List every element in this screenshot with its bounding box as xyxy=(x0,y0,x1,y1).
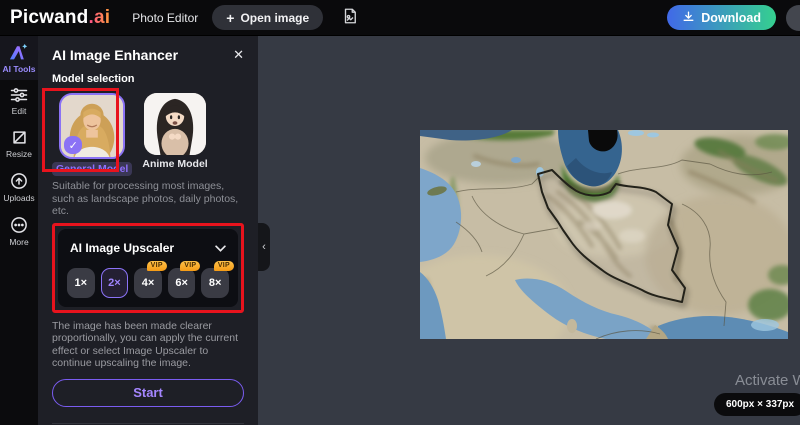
image-file-button[interactable] xyxy=(341,7,359,28)
panel-collapse-button[interactable]: ‹ xyxy=(258,223,270,271)
plus-icon: + xyxy=(226,10,234,26)
sidebar-label-uploads: Uploads xyxy=(3,193,34,203)
vip-badge: VIP xyxy=(214,261,234,271)
scale-option-2x[interactable]: 2× xyxy=(101,268,129,298)
close-panel-button[interactable]: ✕ xyxy=(233,47,244,63)
sidebar: AI Tools Edit xyxy=(0,36,38,425)
sidebar-item-uploads[interactable]: Uploads xyxy=(0,165,38,209)
image-size-badge: 600px × 337px xyxy=(714,393,800,416)
scale-option-8x-label: 8× xyxy=(209,277,222,289)
scale-option-1x[interactable]: 1× xyxy=(67,268,95,298)
photo-editor-label[interactable]: Photo Editor xyxy=(132,11,198,25)
top-bar: Picwand.ai Photo Editor + Open image xyxy=(0,0,800,36)
selected-check-icon: ✓ xyxy=(64,136,82,154)
general-model-thumbnail: ✓ xyxy=(59,93,125,159)
general-model-label: General Model xyxy=(52,162,132,176)
vip-badge: VIP xyxy=(147,261,167,271)
brand-suffix: .ai xyxy=(88,7,110,28)
app-window: Picwand.ai Photo Editor + Open image xyxy=(0,0,800,425)
sidebar-label-edit: Edit xyxy=(12,106,27,116)
download-button[interactable]: Download xyxy=(667,5,776,30)
sliders-icon xyxy=(10,87,28,103)
sidebar-item-resize[interactable]: Resize xyxy=(0,122,38,165)
sidebar-item-edit[interactable]: Edit xyxy=(0,80,38,122)
avatar[interactable] xyxy=(786,5,800,31)
model-option-general[interactable]: ✓ General Model xyxy=(52,93,132,176)
anime-model-label: Anime Model xyxy=(142,158,207,170)
brand-name: Picwand xyxy=(10,7,88,28)
download-icon xyxy=(682,10,695,26)
model-selection-heading: Model selection xyxy=(52,73,244,85)
sidebar-label-ai-tools: AI Tools xyxy=(3,64,36,74)
scale-option-4x-label: 4× xyxy=(142,277,155,289)
os-watermark-line1: Activate W xyxy=(735,372,800,389)
chevron-down-icon xyxy=(215,239,226,257)
model-option-anime[interactable]: Anime Model xyxy=(142,93,207,170)
upscaler-title: AI Image Upscaler xyxy=(70,241,174,255)
scale-option-6x-label: 6× xyxy=(175,277,188,289)
sidebar-label-more: More xyxy=(9,237,28,247)
brand-logo[interactable]: Picwand.ai xyxy=(10,7,110,29)
scale-option-4x[interactable]: 4×VIP xyxy=(134,268,162,298)
editor-canvas: ‹ xyxy=(258,36,800,425)
model-list: ✓ General Model xyxy=(52,93,244,176)
upscaler-header[interactable]: AI Image Upscaler xyxy=(66,237,230,257)
scale-option-6x[interactable]: 6×VIP xyxy=(168,268,196,298)
ai-image-enhancer-panel: AI Image Enhancer ✕ Model selection xyxy=(38,36,258,425)
model-description: Suitable for processing most images, suc… xyxy=(52,180,244,218)
download-label: Download xyxy=(701,11,761,25)
start-button[interactable]: Start xyxy=(52,379,244,407)
panel-title: AI Image Enhancer xyxy=(52,47,178,63)
sidebar-item-more[interactable]: More xyxy=(0,209,38,253)
annotation-box-upscaler: AI Image Upscaler 1× 2× 4×VIP 6×VIP 8×VI… xyxy=(52,223,244,313)
more-icon xyxy=(10,216,28,234)
upscaler-section: AI Image Upscaler 1× 2× 4×VIP 6×VIP 8×VI… xyxy=(58,229,238,307)
ai-tools-icon xyxy=(9,43,29,61)
sidebar-item-ai-tools[interactable]: AI Tools xyxy=(0,36,38,80)
collapse-chevron-icon: ‹ xyxy=(262,241,266,253)
open-image-label: Open image xyxy=(240,11,309,25)
satellite-map-image xyxy=(420,130,788,339)
upload-icon xyxy=(10,172,28,190)
canvas-image[interactable] xyxy=(420,130,788,339)
panel-divider xyxy=(52,423,244,424)
vip-badge: VIP xyxy=(180,261,200,271)
anime-model-thumbnail xyxy=(144,93,206,155)
open-image-button[interactable]: + Open image xyxy=(212,5,323,30)
resize-icon xyxy=(11,129,28,146)
image-file-icon xyxy=(341,7,359,28)
result-note: The image has been made clearer proporti… xyxy=(52,320,244,370)
scale-options: 1× 2× 4×VIP 6×VIP 8×VIP xyxy=(66,268,230,298)
sidebar-label-resize: Resize xyxy=(6,149,32,159)
scale-option-8x[interactable]: 8×VIP xyxy=(201,268,229,298)
